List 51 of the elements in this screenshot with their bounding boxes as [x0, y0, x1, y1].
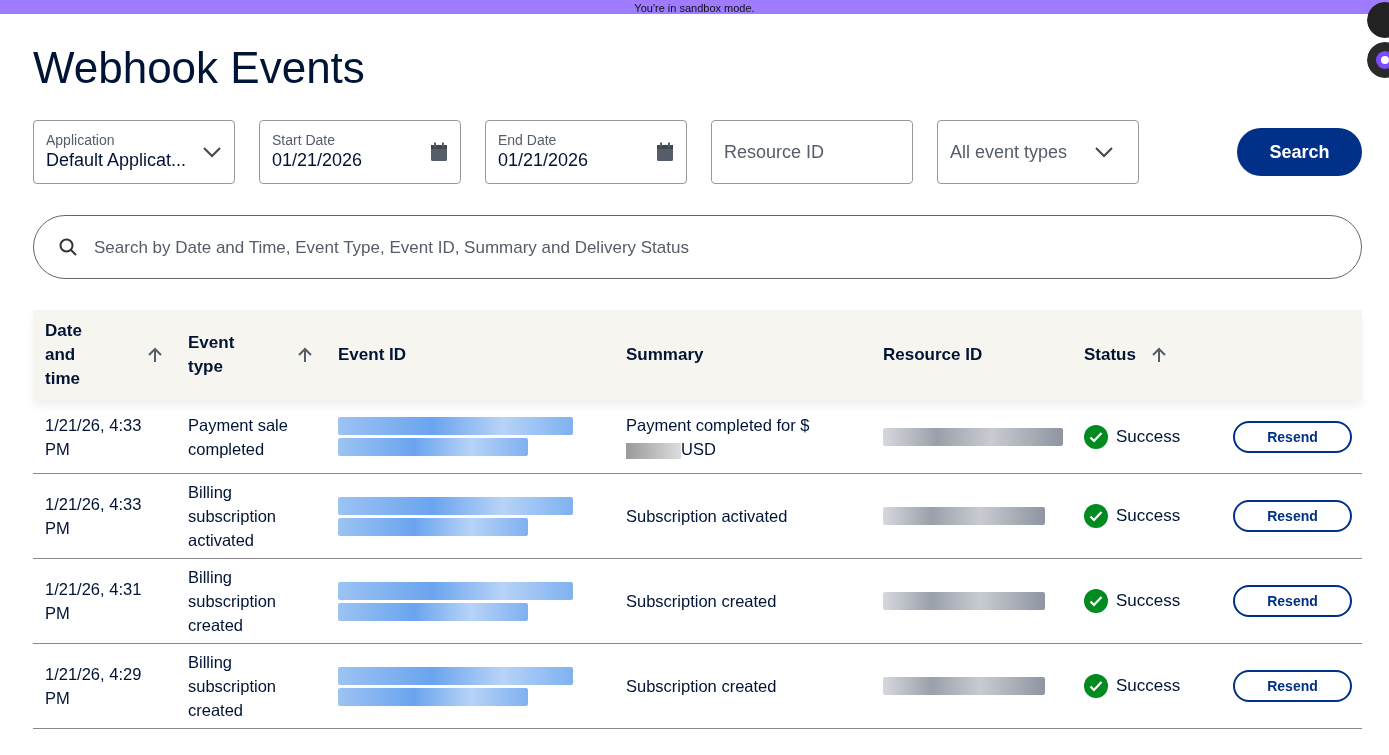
date-field[interactable]: End Date 01/21/2026 [485, 120, 687, 185]
field-label: Start Date [272, 132, 337, 149]
field-placeholder: Resource ID [724, 140, 825, 164]
table-cell-text: Billing subscription created [187, 567, 278, 637]
dropdown[interactable]: Application Default Applicat... [33, 120, 235, 185]
search-field[interactable]: Search by Date and Time, Event Type, Event ID, Summary and Delivery Status [92, 233, 1337, 262]
status-text: Success [1116, 425, 1181, 448]
status-text: Success [1116, 590, 1181, 613]
field-label: End Date [498, 132, 558, 149]
table-cell: Subscription activated [626, 507, 788, 526]
sort-arrow-icon[interactable] [296, 346, 314, 365]
table-cell: USD [681, 439, 716, 458]
resend-button[interactable]: Resend [1233, 420, 1352, 453]
column-header[interactable]: Event ID [338, 343, 407, 368]
field-value: 01/21/2026 [498, 149, 589, 173]
table-cell: Subscription created [626, 677, 777, 696]
resend-button[interactable]: Resend [1233, 585, 1352, 618]
table-cell-text: 1/21/26, 4:33 PM [44, 414, 143, 460]
column-header[interactable]: Date and time [45, 319, 95, 392]
chevron-down-icon [1094, 146, 1114, 159]
column-header[interactable]: Event type [188, 331, 248, 380]
field-value: Default Applicat... [46, 149, 187, 173]
table-cell: Payment completed for $ [626, 415, 810, 434]
table-cell-text: Billing subscription activated [187, 482, 278, 552]
resend-button[interactable]: Resend [1233, 500, 1352, 533]
dropdown[interactable]: All event types [937, 120, 1139, 185]
page-title: Webhook Events [33, 44, 366, 93]
field-label: Application [46, 132, 116, 149]
search-button[interactable]: Search [1237, 128, 1362, 177]
table-cell-text: 1/21/26, 4:29 PM [44, 664, 143, 710]
resource-id-field[interactable]: Resource ID [711, 120, 913, 185]
column-header[interactable]: Summary [626, 343, 704, 368]
table-cell-text: Billing subscription created [187, 652, 278, 722]
table-cell-text: Payment sale completed [187, 414, 289, 460]
status-text: Success [1116, 675, 1181, 698]
date-field[interactable]: Start Date 01/21/2026 [259, 120, 461, 185]
column-header[interactable]: Status [1084, 343, 1136, 368]
calendar-icon[interactable] [656, 142, 674, 163]
calendar-icon[interactable] [430, 142, 448, 163]
column-header[interactable]: Resource ID [883, 343, 983, 368]
table-cell-text: 1/21/26, 4:31 PM [44, 579, 143, 625]
table-cell: Subscription created [626, 592, 777, 611]
sort-arrow-icon[interactable] [146, 346, 164, 365]
banner-text: You're in sandbox mode. [634, 2, 755, 14]
field-value: All event types [950, 140, 1068, 164]
resend-button[interactable]: Resend [1233, 670, 1352, 703]
status-text: Success [1116, 505, 1181, 528]
field-value: 01/21/2026 [272, 149, 363, 173]
chevron-down-icon [202, 146, 222, 159]
search-icon [58, 237, 78, 258]
table-cell-text: 1/21/26, 4:33 PM [44, 494, 143, 540]
